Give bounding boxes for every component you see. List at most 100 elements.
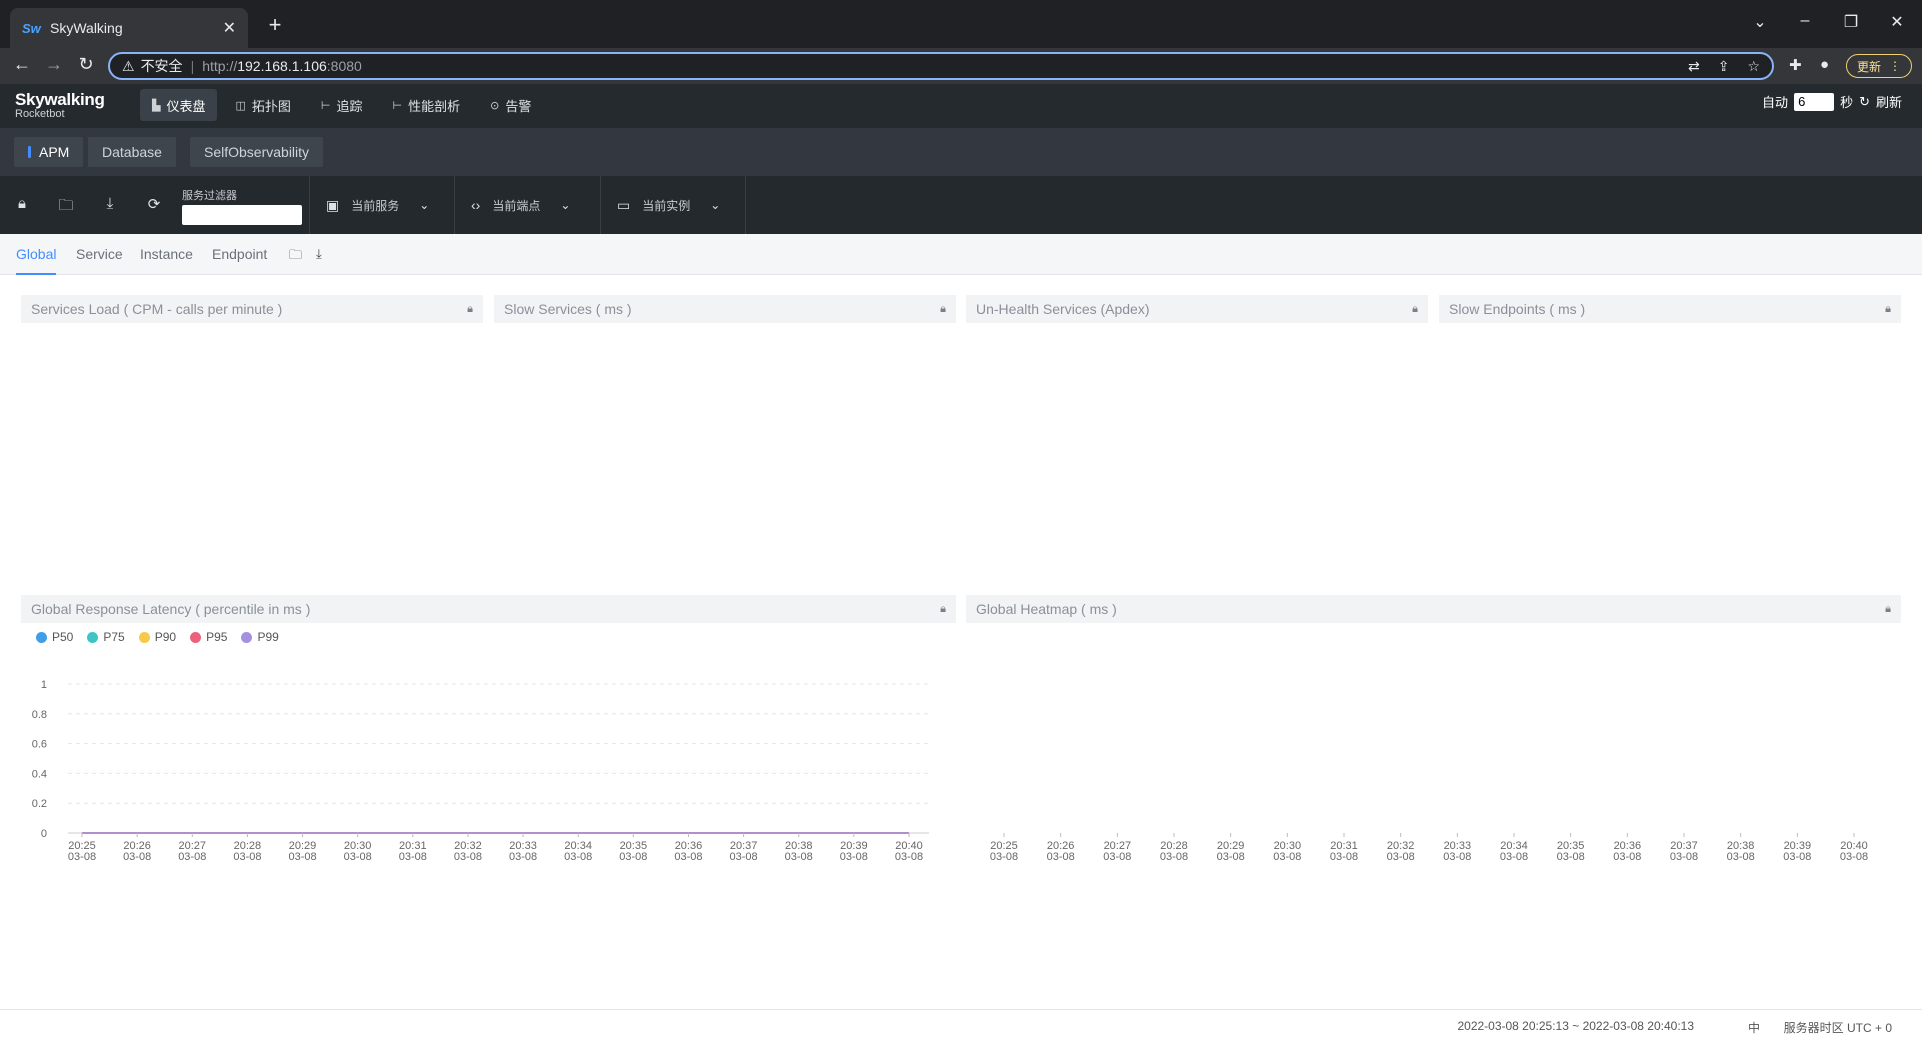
browser-tab-strip: Sw SkyWalking ✕ + ⌄ – ❐ ✕ bbox=[0, 0, 1922, 48]
url-separator: | bbox=[190, 58, 195, 74]
panel-slow-endpoints: Slow Endpoints ( ms ) 🔒︎ bbox=[1439, 295, 1901, 323]
update-label: 更新 bbox=[1856, 59, 1881, 74]
x-tick-label: 03-08 bbox=[1840, 851, 1868, 863]
tab-service[interactable]: Service bbox=[76, 246, 123, 262]
lock-icon[interactable]: 🔒︎ bbox=[12, 195, 32, 212]
auto-refresh: 自动 秒 ↻ 刷新 bbox=[1762, 92, 1902, 111]
active-marker bbox=[28, 146, 31, 158]
service-selector[interactable]: ▣ 当前服务 ⌄ bbox=[309, 176, 454, 234]
x-tick-label: 03-08 bbox=[123, 851, 151, 863]
skywalking-logo[interactable]: Skywalking Rocketbot bbox=[15, 90, 105, 120]
y-tick-label: 0.8 bbox=[32, 709, 47, 721]
download-icon[interactable]: ⤓ bbox=[316, 246, 322, 262]
panel-global-latency: Global Response Latency ( percentile in … bbox=[21, 595, 956, 623]
minimize-icon[interactable]: – bbox=[1790, 12, 1820, 30]
legend-p75[interactable]: P75 bbox=[87, 630, 125, 644]
lock-icon[interactable]: 🔒︎ bbox=[1412, 303, 1418, 316]
nav-dashboard[interactable]: ▙ 仪表盘 bbox=[140, 89, 218, 121]
x-tick-label: 03-08 bbox=[1217, 851, 1245, 863]
legend-dot bbox=[87, 631, 99, 643]
y-tick-label: 0.2 bbox=[32, 798, 47, 810]
legend-p99[interactable]: P99 bbox=[241, 630, 279, 644]
auto-label[interactable]: 自动 bbox=[1762, 92, 1788, 111]
close-tab-icon[interactable]: ✕ bbox=[223, 18, 236, 38]
refresh-icon[interactable]: ↻ bbox=[1859, 94, 1870, 110]
y-tick-label: 1 bbox=[41, 679, 47, 691]
insecure-label[interactable]: 不安全 bbox=[141, 56, 183, 76]
lock-icon[interactable]: 🔒︎ bbox=[940, 303, 946, 316]
tab-global[interactable]: Global bbox=[16, 246, 57, 275]
y-tick-label: 0.4 bbox=[32, 768, 47, 780]
chevron-down-icon: ⌄ bbox=[560, 198, 571, 212]
tab-endpoint[interactable]: Endpoint bbox=[212, 246, 267, 262]
x-tick-label: 03-08 bbox=[178, 851, 206, 863]
group-selfobservability[interactable]: SelfObservability bbox=[190, 137, 324, 167]
legend-p95[interactable]: P95 bbox=[190, 630, 227, 644]
service-filter-input[interactable] bbox=[182, 205, 302, 225]
heatmap-chart: 20:2503-0820:2603-0820:2703-0820:2803-08… bbox=[990, 833, 1868, 863]
sync-icon[interactable]: ⟳ bbox=[144, 195, 164, 213]
service-icon: ▣ bbox=[326, 196, 340, 213]
nav-profile[interactable]: ⊢ 性能剖析 bbox=[381, 89, 473, 121]
auto-interval-input[interactable] bbox=[1794, 92, 1835, 111]
nav-profile-label: 性能剖析 bbox=[408, 98, 461, 114]
x-tick-label: 03-08 bbox=[344, 851, 372, 863]
app-header: Skywalking Rocketbot ▙ 仪表盘 ◫ 拓扑图 ⊢ 追踪 ⊢ … bbox=[0, 84, 1922, 128]
browser-tab[interactable]: Sw SkyWalking ✕ bbox=[10, 8, 248, 48]
bookmark-star-icon[interactable]: ☆ bbox=[1747, 58, 1760, 75]
back-icon[interactable]: ← bbox=[10, 54, 34, 75]
lock-icon[interactable]: 🔒︎ bbox=[1885, 603, 1891, 616]
main-nav: ▙ 仪表盘 ◫ 拓扑图 ⊢ 追踪 ⊢ 性能剖析 ⊙ 告警 bbox=[140, 89, 543, 121]
download-icon[interactable]: ⤓ bbox=[100, 195, 120, 212]
language-toggle[interactable]: 中 bbox=[1748, 1019, 1760, 1036]
warning-icon: ⚠ bbox=[122, 57, 135, 74]
restore-icon[interactable]: ❐ bbox=[1836, 12, 1866, 32]
nav-trace[interactable]: ⊢ 追踪 bbox=[309, 89, 375, 121]
server-timezone: 服务器时区 UTC + 0 bbox=[1783, 1021, 1892, 1035]
time-range[interactable]: 2022-03-08 20:25:13 ~ 2022-03-08 20:40:1… bbox=[1457, 1019, 1694, 1033]
nav-topology[interactable]: ◫ 拓扑图 bbox=[223, 89, 302, 121]
profile-icon[interactable]: ● bbox=[1820, 56, 1829, 73]
folder-icon[interactable]: 🗀 bbox=[289, 246, 302, 268]
refresh-label[interactable]: 刷新 bbox=[1876, 92, 1902, 111]
update-button[interactable]: 更新 ⋮ bbox=[1846, 54, 1912, 78]
x-tick-label: 03-08 bbox=[730, 851, 758, 863]
legend-label: P75 bbox=[103, 630, 125, 644]
panel-services-load: Services Load ( CPM - calls per minute )… bbox=[21, 295, 483, 323]
chevron-down-icon: ⌄ bbox=[419, 198, 430, 212]
lock-icon[interactable]: 🔒︎ bbox=[940, 603, 946, 616]
lock-icon[interactable]: 🔒︎ bbox=[1885, 303, 1891, 316]
x-tick-label: 03-08 bbox=[1727, 851, 1755, 863]
share-icon[interactable]: ⇪ bbox=[1718, 58, 1730, 75]
url-host: 192.168.1.106 bbox=[237, 58, 327, 74]
group-selfobservability-label: SelfObservability bbox=[204, 144, 310, 160]
translate-icon[interactable]: ⇄ bbox=[1688, 58, 1700, 75]
instance-selector[interactable]: ▭ 当前实例 ⌄ bbox=[600, 176, 746, 234]
group-apm[interactable]: APM bbox=[14, 137, 84, 167]
address-bar[interactable]: ⚠ 不安全 | http:// 192.168.1.106 :8080 ⇄ ⇪ … bbox=[108, 52, 1774, 80]
x-tick-label: 03-08 bbox=[1273, 851, 1301, 863]
tab-search-icon[interactable]: ⌄ bbox=[1745, 12, 1775, 32]
folder-icon[interactable]: 🗀 bbox=[56, 195, 76, 220]
forward-icon[interactable]: → bbox=[42, 54, 66, 75]
x-tick-label: 03-08 bbox=[564, 851, 592, 863]
legend-dot bbox=[36, 631, 47, 643]
x-tick-label: 03-08 bbox=[1557, 851, 1585, 863]
new-tab-button[interactable]: + bbox=[262, 12, 288, 38]
footer-bar: 2022-03-08 20:25:13 ~ 2022-03-08 20:40:1… bbox=[0, 1009, 1922, 1041]
chart-legend: P50 P75 P90 P95 P99 bbox=[36, 630, 279, 644]
dashboard-toolbar: 🔒︎ 🗀 ⤓ ⟳ 服务过滤器 ▣ 当前服务 ⌄ ‹› 当前端点 ⌄ ▭ 当前实例… bbox=[0, 176, 1922, 234]
lock-icon[interactable]: 🔒︎ bbox=[467, 303, 473, 316]
legend-p50[interactable]: P50 bbox=[36, 630, 73, 644]
window-close-icon[interactable]: ✕ bbox=[1882, 12, 1912, 32]
endpoint-selector-label: 当前端点 bbox=[492, 198, 541, 213]
endpoint-selector[interactable]: ‹› 当前端点 ⌄ bbox=[454, 176, 600, 234]
url-protocol: http:// bbox=[202, 58, 238, 74]
tab-instance[interactable]: Instance bbox=[140, 246, 193, 262]
group-database[interactable]: Database bbox=[88, 137, 176, 167]
panel-global-heatmap: Global Heatmap ( ms ) 🔒︎ bbox=[966, 595, 1901, 623]
nav-alarm[interactable]: ⊙ 告警 bbox=[478, 89, 543, 121]
reload-icon[interactable]: ↻ bbox=[74, 54, 98, 75]
legend-p90[interactable]: P90 bbox=[138, 630, 176, 644]
extensions-icon[interactable]: ✚ bbox=[1789, 56, 1802, 74]
